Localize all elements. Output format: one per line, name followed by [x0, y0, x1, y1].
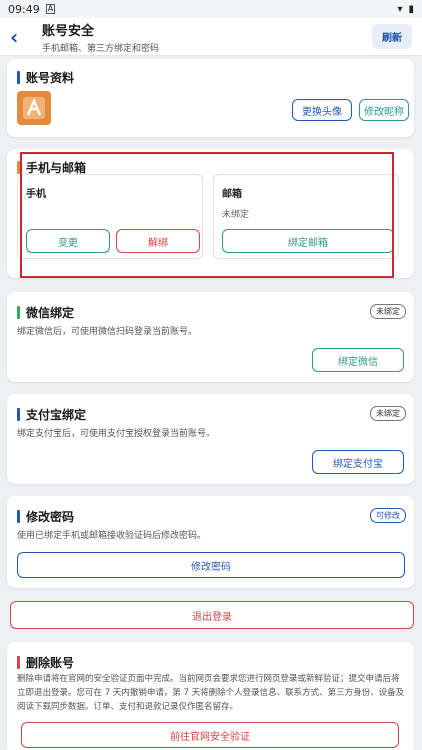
app-bar: ‹ 账号安全 手机邮箱、第三方绑定和密码 刷新	[0, 18, 422, 56]
profile-card: 账号资料 更换头像 修改昵称	[7, 59, 414, 137]
wechat-card: 微信绑定 未绑定 绑定微信后，可使用微信扫码登录当前账号。 绑定微信	[7, 292, 414, 382]
alipay-title-text: 支付宝绑定	[26, 408, 87, 422]
section-marker	[17, 71, 20, 84]
password-status-badge: 可修改	[370, 508, 406, 523]
alipay-status-badge: 未绑定	[370, 406, 406, 421]
delete-title-text: 删除账号	[26, 656, 75, 670]
change-avatar-button[interactable]: 更换头像	[292, 99, 352, 121]
wechat-title: 微信绑定	[17, 304, 74, 321]
status-bar: 09:49 A ▾ ▮	[0, 0, 422, 18]
wifi-icon: ▾	[397, 3, 403, 15]
change-password-button[interactable]: 修改密码	[17, 552, 405, 578]
profile-title-text: 账号资料	[26, 71, 75, 85]
password-title-text: 修改密码	[26, 510, 75, 524]
password-title: 修改密码	[17, 508, 74, 525]
section-marker	[17, 306, 20, 319]
bind-alipay-button[interactable]: 绑定支付宝	[312, 450, 404, 474]
password-card: 修改密码 可修改 使用已绑定手机或邮箱接收验证码后修改密码。 修改密码	[7, 496, 414, 588]
logout-button[interactable]: 退出登录	[10, 601, 414, 629]
alipay-card: 支付宝绑定 未绑定 绑定支付宝后，可使用支付宝授权登录当前账号。 绑定支付宝	[7, 394, 414, 484]
section-marker	[17, 408, 20, 421]
bind-wechat-button[interactable]: 绑定微信	[312, 348, 404, 372]
battery-icon: ▮	[408, 3, 414, 15]
wechat-status-badge: 未绑定	[370, 304, 406, 319]
delete-title: 删除账号	[17, 654, 74, 671]
avatar-logo-icon	[23, 97, 45, 119]
refresh-button[interactable]: 刷新	[372, 24, 412, 49]
goto-verify-button[interactable]: 前往官网安全验证	[21, 722, 399, 748]
section-marker	[17, 510, 20, 523]
status-time: 09:49	[8, 2, 40, 16]
highlight-box	[20, 152, 394, 278]
alipay-desc: 绑定支付宝后，可使用支付宝授权登录当前账号。	[17, 429, 216, 439]
notification-a-icon: A	[45, 4, 56, 14]
wechat-title-text: 微信绑定	[26, 306, 75, 320]
avatar[interactable]	[17, 91, 51, 125]
delete-account-card: 删除账号 删除申请将在官网的安全验证页面中完成。当前网页会要求您进行网页登录或新…	[7, 642, 414, 750]
change-nickname-button[interactable]: 修改昵称	[359, 99, 409, 121]
wechat-desc: 绑定微信后，可使用微信扫码登录当前账号。	[17, 327, 198, 337]
section-marker	[17, 656, 20, 669]
page-title: 账号安全	[42, 23, 95, 39]
delete-desc: 删除申请将在官网的安全验证页面中完成。当前网页会要求您进行网页登录或新鲜验证；提…	[17, 674, 405, 712]
profile-title: 账号资料	[17, 69, 74, 86]
password-desc: 使用已绑定手机或邮箱接收验证码后修改密码。	[17, 531, 207, 541]
alipay-title: 支付宝绑定	[17, 406, 86, 423]
page-subtitle: 手机邮箱、第三方绑定和密码	[42, 43, 160, 54]
back-arrow-icon[interactable]: ‹	[10, 27, 30, 47]
